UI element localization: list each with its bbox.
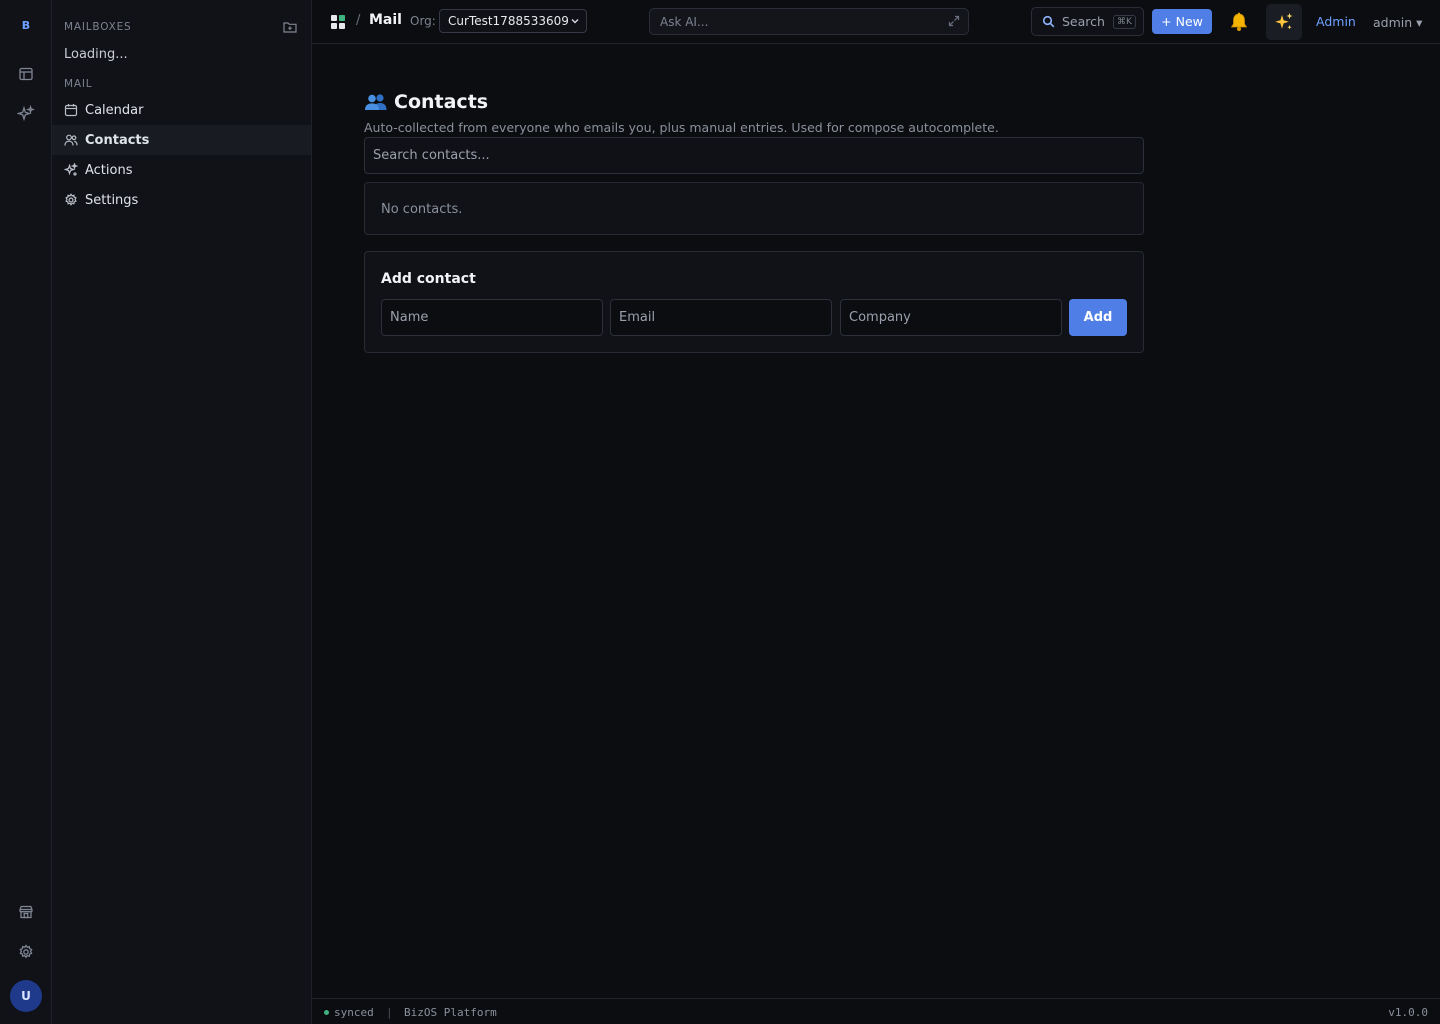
company-field[interactable] — [841, 300, 1061, 335]
sidebar-item-label: Settings — [85, 192, 139, 208]
empty-state-text: No contacts. — [381, 202, 463, 217]
page-title-text: Contacts — [394, 91, 489, 113]
contacts-list: No contacts. — [364, 182, 1144, 235]
ask-ai-box — [649, 8, 969, 35]
org-select-value: CurTest1788533609 — [448, 14, 569, 28]
sparkles-icon — [64, 163, 78, 177]
gear-icon[interactable] — [16, 942, 36, 962]
table-icon[interactable] — [16, 64, 36, 84]
expand-icon[interactable] — [948, 15, 960, 27]
people-icon — [364, 93, 388, 111]
sparkles-icon — [1273, 11, 1295, 33]
search-contacts-box — [364, 137, 1144, 174]
ai-assistant-button[interactable] — [1266, 4, 1302, 40]
app-name: Mail — [369, 12, 402, 28]
org-label: Org: — [410, 14, 436, 28]
platform-name: BizOS Platform — [404, 1006, 497, 1019]
new-button[interactable]: + New — [1152, 9, 1212, 34]
search-button[interactable]: Search ⌘K — [1031, 7, 1144, 36]
apps-grid-icon[interactable] — [330, 14, 346, 30]
sidebar-item-settings[interactable]: Settings — [52, 185, 311, 215]
mail-sidebar: MAILBOXES Loading... MAIL Calendar Conta… — [52, 0, 312, 1024]
bell-icon[interactable] — [1228, 12, 1250, 32]
status-bar: synced | BizOS Platform v1.0.0 — [312, 998, 1440, 1024]
sidebar-item-actions[interactable]: Actions — [52, 155, 311, 185]
main-content: Contacts Auto-collected from everyone wh… — [312, 44, 1440, 998]
mail-section-title: MAIL — [64, 78, 93, 90]
mailboxes-section-title: MAILBOXES — [64, 21, 132, 33]
app-rail: B U — [0, 0, 52, 1024]
company-field-wrap — [840, 299, 1062, 336]
sidebar-item-calendar[interactable]: Calendar — [52, 95, 311, 125]
sidebar-item-label: Contacts — [85, 132, 150, 148]
sidebar-item-contacts[interactable]: Contacts — [52, 125, 311, 155]
gear-icon — [64, 193, 78, 207]
app-logo[interactable]: B — [0, 16, 52, 36]
email-field[interactable] — [611, 300, 831, 335]
breadcrumb-separator: / — [356, 13, 361, 28]
chevron-down-icon — [570, 16, 580, 26]
name-field-wrap — [381, 299, 603, 336]
sync-status: synced — [334, 1006, 374, 1019]
mailboxes-loading: Loading... — [64, 47, 128, 62]
calendar-icon — [64, 103, 78, 117]
search-label: Search — [1062, 14, 1105, 29]
search-contacts-input[interactable] — [365, 138, 1143, 173]
new-folder-icon[interactable] — [282, 19, 298, 35]
page-subtitle: Auto-collected from everyone who emails … — [364, 120, 999, 135]
version-label: v1.0.0 — [1388, 1006, 1428, 1019]
sidebar-item-label: Calendar — [85, 102, 144, 118]
admin-link[interactable]: Admin — [1316, 14, 1356, 29]
add-contact-card: Add contact Add — [364, 251, 1144, 353]
store-icon[interactable] — [16, 902, 36, 922]
user-menu[interactable]: admin ▾ — [1373, 15, 1422, 30]
add-contact-button[interactable]: Add — [1069, 299, 1127, 336]
email-field-wrap — [610, 299, 832, 336]
search-shortcut: ⌘K — [1112, 14, 1136, 29]
users-icon — [64, 133, 78, 147]
top-bar: / Mail Org: CurTest1788533609 Search ⌘K … — [312, 0, 1440, 44]
org-select[interactable]: CurTest1788533609 — [439, 9, 587, 33]
sparkles-icon[interactable] — [16, 104, 36, 124]
status-separator: | — [386, 1006, 393, 1019]
page-title: Contacts — [364, 91, 488, 113]
avatar[interactable]: U — [10, 980, 42, 1012]
search-icon — [1042, 15, 1055, 28]
add-contact-title: Add contact — [381, 271, 476, 287]
ask-ai-input[interactable] — [650, 9, 930, 34]
name-field[interactable] — [382, 300, 602, 335]
sync-status-dot — [324, 1010, 329, 1015]
sidebar-item-label: Actions — [85, 162, 133, 178]
